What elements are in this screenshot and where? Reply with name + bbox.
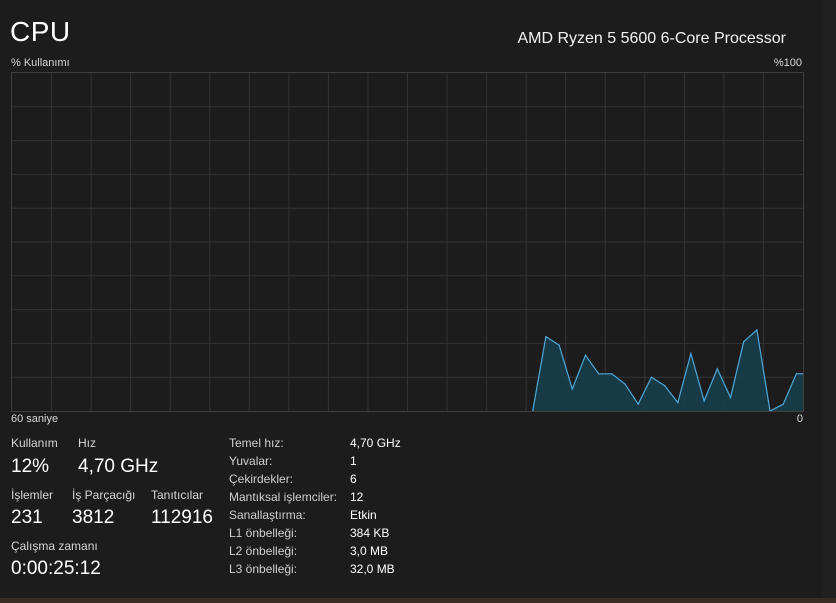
info-val-sockets: 1 [350, 454, 357, 468]
info-key-base-speed: Temel hız: [229, 436, 284, 450]
info-key-l3-cache: L3 önbelleği: [229, 562, 298, 576]
info-val-virtualization: Etkin [350, 508, 377, 522]
desktop-background-strip [0, 598, 836, 603]
window-edge [822, 0, 836, 598]
cpu-usage-area [532, 329, 803, 411]
threads-value: 3812 [72, 507, 115, 528]
cpu-usage-point [782, 403, 784, 405]
cpu-usage-point [545, 336, 547, 338]
info-val-l1-cache: 384 KB [350, 526, 390, 540]
usage-label: Kullanım [11, 436, 58, 450]
cpu-usage-point [677, 402, 679, 404]
cpu-usage-point [795, 373, 798, 375]
info-val-l2-cache: 3,0 MB [350, 544, 389, 558]
uptime-label: Çalışma zamanı [11, 539, 98, 553]
processes-label: İşlemler [11, 488, 54, 502]
uptime-value: 0:00:25:12 [11, 558, 101, 579]
cpu-usage-point [624, 383, 626, 385]
info-val-base-speed: 4,70 GHz [350, 436, 401, 450]
graph-y-label: % Kullanımı [11, 57, 70, 69]
info-key-l1-cache: L1 önbelleği: [229, 526, 298, 540]
cpu-usage-point [743, 341, 745, 343]
cpu-usage-point [584, 354, 587, 356]
graph-x-right-label: 0 [796, 413, 803, 425]
cpu-usage-graph [11, 72, 804, 412]
cpu-usage-point [703, 400, 705, 402]
info-val-logical-processors: 12 [350, 490, 364, 504]
cpu-usage-point [558, 344, 560, 346]
info-key-logical-processors: Mantıksal işlemciler: [229, 490, 338, 504]
cpu-usage-point [716, 368, 718, 370]
cpu-usage-point [729, 396, 732, 399]
info-key-cores: Çekirdekler: [229, 472, 294, 486]
graph-x-left-label: 60 saniye [11, 413, 59, 425]
info-key-sockets: Yuvalar: [229, 454, 273, 468]
info-key-virtualization: Sanallaştırma: [229, 508, 306, 522]
processes-value: 231 [11, 507, 43, 528]
usage-value: 12% [11, 456, 50, 477]
cpu-usage-chart-svg [12, 73, 803, 411]
cpu-usage-point [756, 329, 758, 331]
cpu-usage-point [650, 376, 653, 378]
cpu-usage-point [611, 373, 613, 375]
processor-name: AMD Ryzen 5 5600 6-Core Processor [517, 30, 786, 47]
handles-label: Tanıtıcılar [151, 488, 204, 502]
handles-value: 112916 [151, 507, 213, 528]
cpu-usage-point [664, 385, 666, 387]
cpu-panel: CPU AMD Ryzen 5 5600 6-Core Processor % … [0, 0, 823, 598]
page-title: CPU [10, 16, 71, 47]
cpu-usage-point [690, 352, 692, 355]
threads-label: İş Parçacığı [72, 488, 136, 502]
cpu-usage-point [637, 403, 639, 405]
info-key-l2-cache: L2 önbelleği: [229, 544, 298, 558]
info-val-l3-cache: 32,0 MB [350, 562, 395, 576]
speed-value: 4,70 GHz [78, 456, 159, 477]
speed-label: Hız [78, 436, 96, 450]
graph-y-max-label: %100 [773, 57, 802, 69]
cpu-usage-point [571, 388, 573, 390]
info-val-cores: 6 [350, 472, 357, 486]
cpu-usage-point [598, 373, 600, 375]
